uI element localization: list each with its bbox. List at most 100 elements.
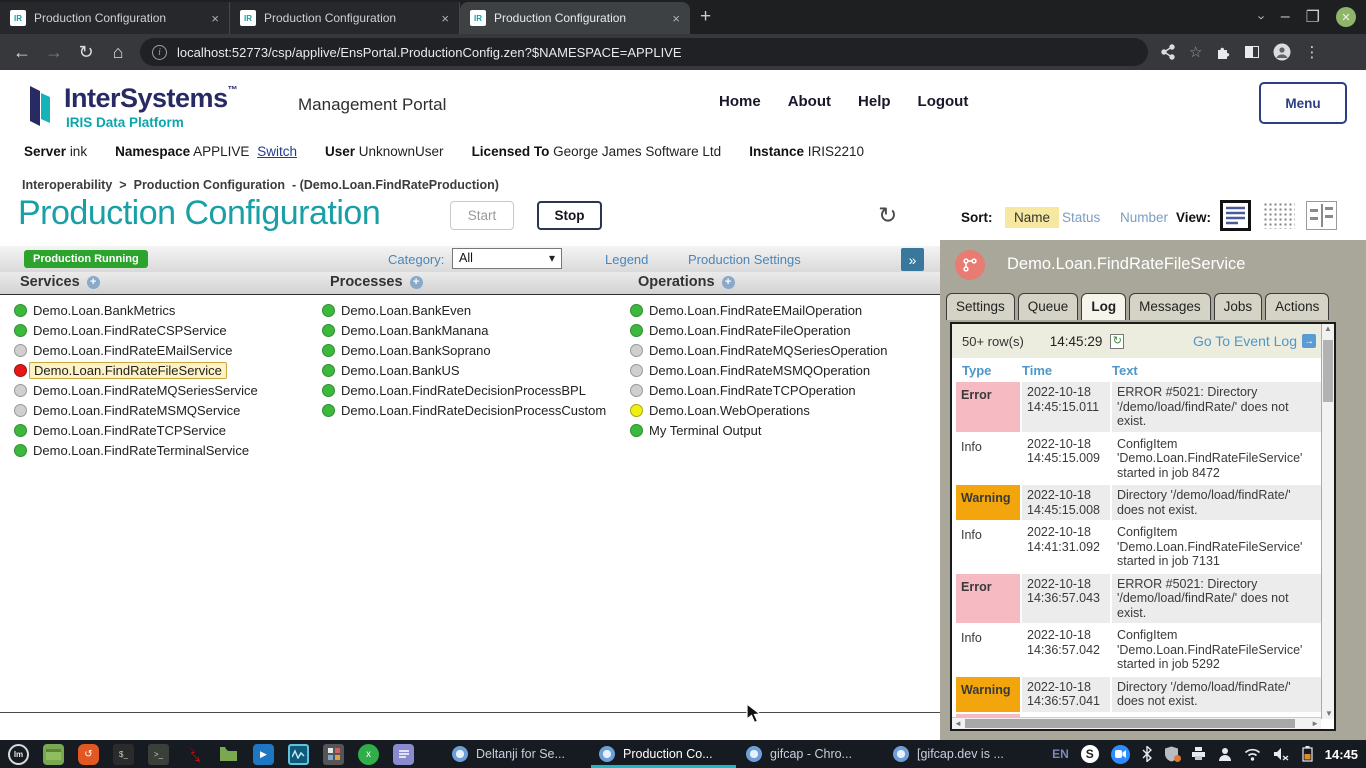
- sort-by-name[interactable]: Name: [1005, 207, 1059, 228]
- bookmark-star-icon[interactable]: ☆: [1189, 43, 1202, 61]
- security-shield-icon[interactable]: [1164, 746, 1179, 762]
- config-item[interactable]: Demo.Loan.BankEven: [341, 303, 471, 318]
- tab-queue[interactable]: Queue: [1018, 293, 1079, 320]
- terminal2-icon[interactable]: >_: [148, 744, 169, 765]
- tab-messages[interactable]: Messages: [1129, 293, 1211, 320]
- window-button[interactable]: Deltanji for Se...: [444, 740, 589, 768]
- tab-settings[interactable]: Settings: [946, 293, 1015, 320]
- side-panel-icon[interactable]: [1244, 44, 1260, 60]
- scroll-right-icon[interactable]: ►: [1311, 719, 1319, 728]
- browser-tab[interactable]: IR Production Configuration ×: [230, 2, 460, 34]
- window-button[interactable]: gifcap - Chro...: [738, 740, 883, 768]
- keyboard-layout[interactable]: EN: [1052, 747, 1069, 761]
- browser-tab[interactable]: IR Production Configuration ×: [0, 2, 230, 34]
- zoom-icon[interactable]: [1111, 745, 1130, 764]
- auto-refresh-icon[interactable]: ↻: [1110, 334, 1124, 349]
- log-row[interactable]: Warning2022-10-18 14:36:57.041Directory …: [956, 677, 1321, 712]
- config-item[interactable]: My Terminal Output: [649, 423, 761, 438]
- scroll-left-icon[interactable]: ◄: [954, 719, 962, 728]
- refresh-icon[interactable]: ↻: [878, 202, 897, 229]
- nav-about[interactable]: About: [788, 93, 831, 110]
- tab-log[interactable]: Log: [1081, 293, 1126, 320]
- log-row[interactable]: Warning2022-10-18 14:45:15.008Directory …: [956, 485, 1321, 520]
- deltanji-icon[interactable]: [183, 744, 204, 765]
- profile-avatar-icon[interactable]: [1273, 43, 1291, 61]
- sort-by-status[interactable]: Status: [1062, 210, 1100, 225]
- system-monitor-icon[interactable]: [288, 744, 309, 765]
- scroll-up-icon[interactable]: ▲: [1322, 324, 1334, 333]
- minimize-button[interactable]: –: [1281, 8, 1290, 26]
- backup-app-icon[interactable]: ↺: [78, 744, 99, 765]
- nav-logout[interactable]: Logout: [918, 93, 969, 110]
- skype-icon[interactable]: S: [1081, 745, 1099, 763]
- config-item[interactable]: Demo.Loan.WebOperations: [649, 403, 810, 418]
- col-text[interactable]: Text: [1112, 363, 1321, 378]
- tab-close-icon[interactable]: ×: [670, 11, 682, 26]
- log-row[interactable]: Info2022-10-18 14:36:57.042ConfigItem 'D…: [956, 625, 1321, 675]
- config-item[interactable]: Demo.Loan.FindRateTCPOperation: [649, 383, 856, 398]
- scrollbar-thumb[interactable]: [1323, 340, 1333, 402]
- calculator-icon[interactable]: [323, 744, 344, 765]
- forward-icon[interactable]: →: [38, 42, 70, 63]
- log-row[interactable]: Error2022-10-18 14:45:15.011ERROR #5021:…: [956, 382, 1321, 432]
- tab-jobs[interactable]: Jobs: [1214, 293, 1263, 320]
- battery-icon[interactable]: [1302, 746, 1313, 762]
- volume-muted-icon[interactable]: [1273, 747, 1290, 761]
- config-item[interactable]: Demo.Loan.FindRateDecisionProcessBPL: [341, 383, 586, 398]
- mint-menu-icon[interactable]: lm: [8, 744, 29, 765]
- config-item[interactable]: Demo.Loan.BankUS: [341, 363, 460, 378]
- files-folder-icon[interactable]: [218, 744, 239, 765]
- show-desktop-icon[interactable]: [43, 744, 64, 765]
- config-item[interactable]: Demo.Loan.FindRateFileOperation: [649, 323, 851, 338]
- tab-close-icon[interactable]: ×: [209, 11, 221, 26]
- nav-help[interactable]: Help: [858, 93, 891, 110]
- address-bar[interactable]: i localhost:52773/csp/applive/EnsPortal.…: [140, 38, 1148, 66]
- close-window-button[interactable]: ✕: [1336, 7, 1356, 27]
- log-row[interactable]: Info2022-10-18 14:41:31.092ConfigItem 'D…: [956, 522, 1321, 572]
- add-service-icon[interactable]: +: [87, 276, 100, 289]
- globe-x-icon[interactable]: x: [358, 744, 379, 765]
- printer-icon[interactable]: [1191, 747, 1206, 761]
- terminal-icon[interactable]: $_: [113, 744, 134, 765]
- restore-button[interactable]: ❐: [1306, 7, 1320, 27]
- home-icon[interactable]: ⌂: [102, 42, 134, 63]
- scrollbar-thumb[interactable]: [965, 719, 1295, 728]
- reload-icon[interactable]: ↻: [70, 42, 102, 63]
- browser-tab-active[interactable]: IR Production Configuration ×: [460, 2, 690, 34]
- col-time[interactable]: Time: [1022, 363, 1110, 378]
- col-type[interactable]: Type: [956, 363, 1020, 378]
- tab-search-chevron-icon[interactable]: ›: [1255, 15, 1270, 19]
- config-item[interactable]: Demo.Loan.FindRateTerminalService: [33, 443, 249, 458]
- config-item[interactable]: Demo.Loan.FindRateTCPService: [33, 423, 226, 438]
- grid-view-icon[interactable]: [1263, 202, 1295, 229]
- add-process-icon[interactable]: +: [410, 276, 423, 289]
- switch-link[interactable]: Switch: [257, 144, 297, 159]
- menu-button[interactable]: Menu: [1259, 82, 1347, 124]
- config-item[interactable]: Demo.Loan.FindRateDecisionProcessCustom: [341, 403, 606, 418]
- window-button[interactable]: [gifcap.dev is ...: [885, 740, 1030, 768]
- sort-by-number[interactable]: Number: [1120, 210, 1168, 225]
- log-row[interactable]: Error2022-10-18 14:36:57.043ERROR #5021:…: [956, 574, 1321, 624]
- bluetooth-icon[interactable]: [1142, 746, 1152, 762]
- config-item[interactable]: Demo.Loan.FindRateEMailService: [33, 343, 232, 358]
- browser-menu-icon[interactable]: ⋮: [1304, 43, 1319, 61]
- add-operation-icon[interactable]: +: [722, 276, 735, 289]
- vertical-scrollbar[interactable]: ▲ ▼: [1321, 324, 1334, 719]
- start-button[interactable]: Start: [450, 201, 514, 230]
- list-view-icon[interactable]: [1220, 200, 1251, 231]
- nav-home[interactable]: Home: [719, 93, 761, 110]
- legend-link[interactable]: Legend: [605, 252, 648, 267]
- config-item[interactable]: Demo.Loan.FindRateMSMQService: [33, 403, 240, 418]
- horizontal-scrollbar[interactable]: ◄ ►: [952, 717, 1321, 729]
- new-tab-button[interactable]: +: [700, 6, 711, 28]
- window-button-active[interactable]: Production Co...: [591, 740, 736, 768]
- config-item[interactable]: Demo.Loan.FindRateEMailOperation: [649, 303, 862, 318]
- config-item[interactable]: Demo.Loan.FindRateCSPService: [33, 323, 227, 338]
- extensions-puzzle-icon[interactable]: [1215, 44, 1231, 60]
- user-accounts-icon[interactable]: [1218, 747, 1232, 761]
- back-icon[interactable]: ←: [6, 42, 38, 63]
- stop-button[interactable]: Stop: [537, 201, 602, 230]
- split-view-icon[interactable]: [1306, 201, 1337, 230]
- category-select[interactable]: All: [452, 248, 562, 269]
- log-row[interactable]: Info2022-10-18 14:45:15.009ConfigItem 'D…: [956, 434, 1321, 484]
